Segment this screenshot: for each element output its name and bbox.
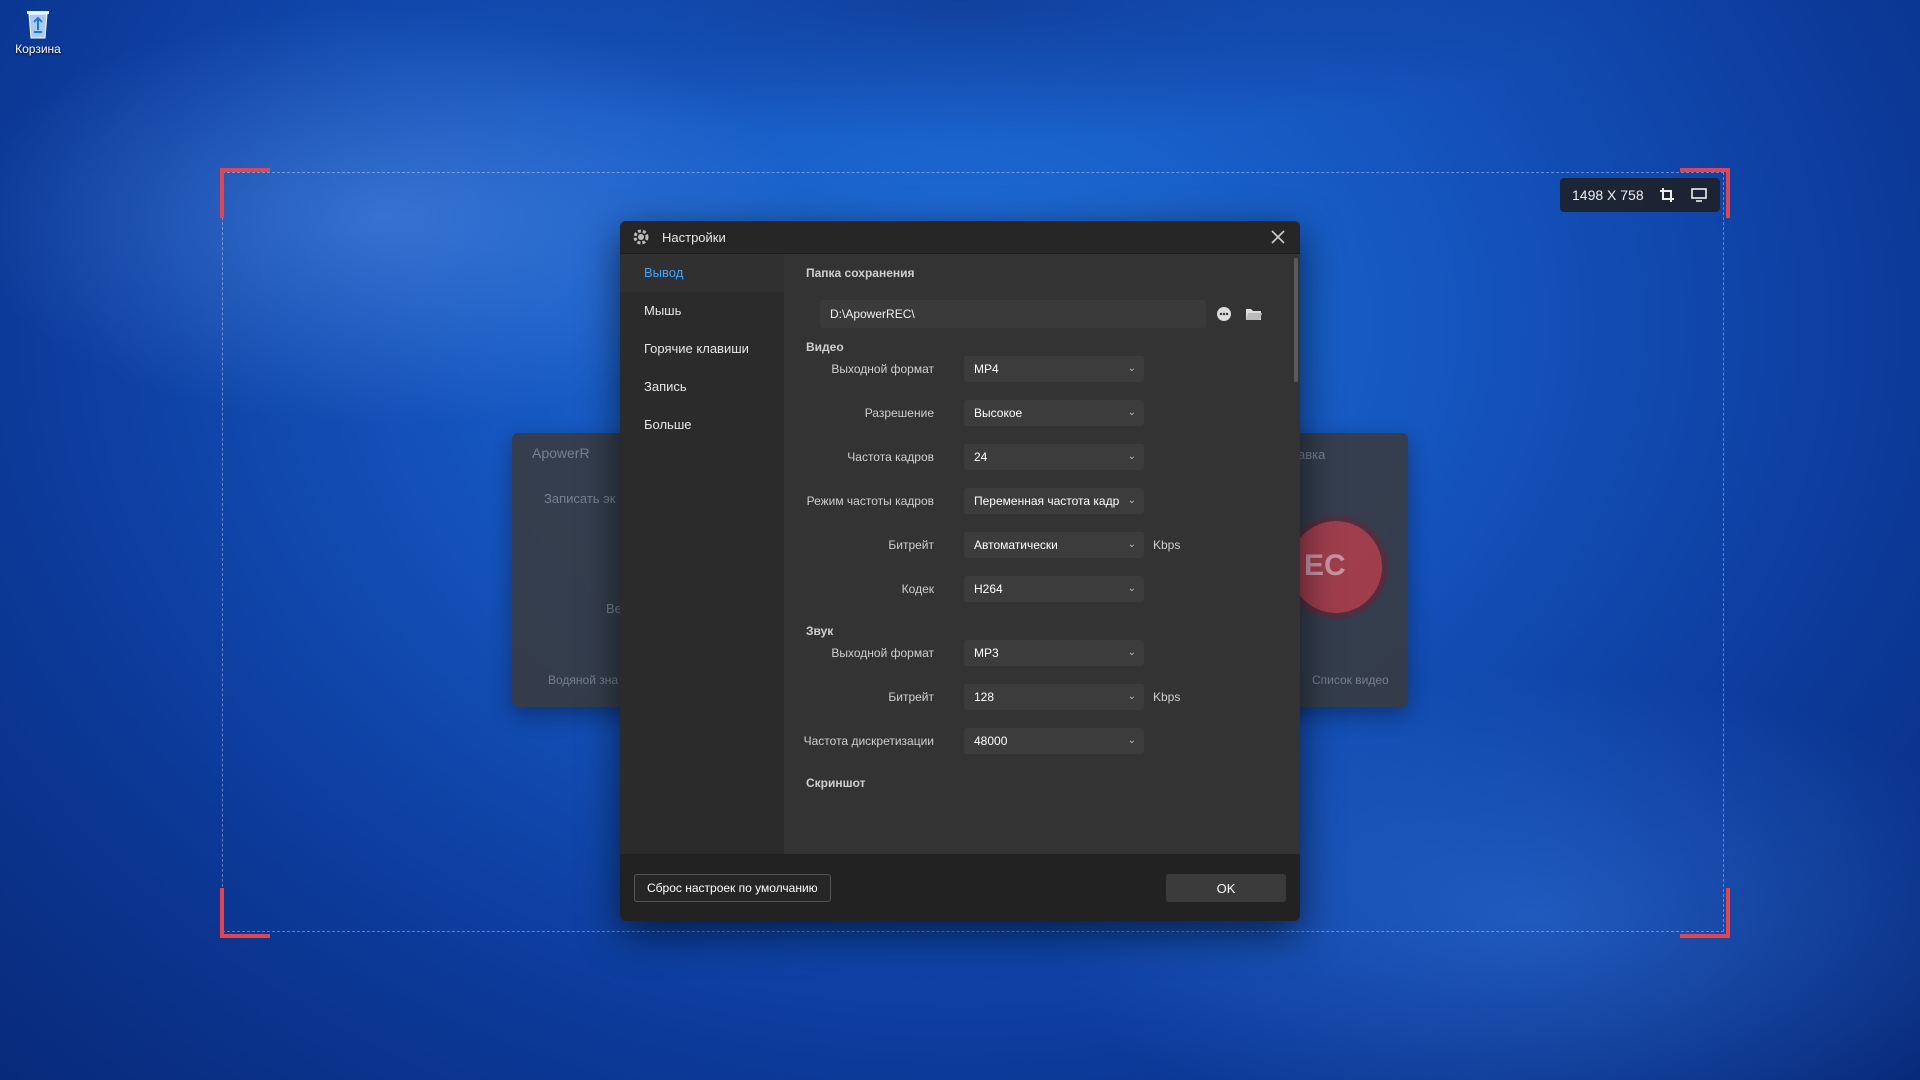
dialog-title: Настройки	[662, 229, 726, 245]
resolution-value: Высокое	[974, 406, 1023, 420]
chevron-down-icon: ⌄	[1127, 691, 1136, 702]
save-folder-heading: Папка сохранения	[806, 266, 915, 280]
audio-bitrate-label: Битрейт	[888, 690, 934, 704]
sidebar-item-record[interactable]: Запись	[620, 368, 784, 406]
capture-corner-bottom-right[interactable]	[1680, 888, 1730, 938]
dialog-titlebar: Настройки	[620, 221, 1300, 254]
video-bitrate-label: Битрейт	[888, 538, 934, 552]
bg-window-right-title: авка	[1298, 447, 1326, 462]
fps-mode-label: Режим частоты кадров	[806, 494, 934, 508]
fps-mode-select[interactable]: Переменная частота кадр ⌄	[964, 488, 1144, 514]
chevron-down-icon: ⌄	[1127, 495, 1136, 506]
audio-format-value: MP3	[974, 646, 999, 660]
video-format-label: Выходной формат	[831, 362, 934, 376]
audio-bitrate-unit: Kbps	[1153, 690, 1181, 704]
chevron-down-icon: ⌄	[1127, 407, 1136, 418]
chevron-down-icon: ⌄	[1127, 583, 1136, 594]
capture-corner-bottom-left[interactable]	[220, 888, 270, 938]
fps-select[interactable]: 24 ⌄	[964, 444, 1144, 470]
save-folder-path[interactable]: D:\ApowerREC\	[820, 300, 1206, 328]
capture-size-badge: 1498 X 758	[1560, 178, 1720, 212]
sidebar-item-more[interactable]: Больше	[620, 406, 784, 444]
bg-window-watermark-label: Водяной зна	[548, 673, 619, 687]
gear-icon	[632, 228, 650, 246]
recycle-bin-icon	[23, 6, 53, 40]
bg-window-list-label: Список видео	[1312, 673, 1389, 687]
resolution-label: Разрешение	[864, 406, 934, 420]
sample-rate-select[interactable]: 48000 ⌄	[964, 728, 1144, 754]
dialog-footer: Сброс настроек по умолчанию OK	[620, 854, 1300, 921]
audio-heading: Звук	[806, 624, 834, 638]
capture-size-text: 1498 X 758	[1572, 187, 1644, 203]
settings-sidebar: Вывод Мышь Горячие клавиши Запись Больше	[620, 254, 784, 854]
chevron-down-icon: ⌄	[1127, 539, 1136, 550]
video-format-value: MP4	[974, 362, 999, 376]
close-icon[interactable]	[1268, 227, 1288, 247]
more-options-icon[interactable]	[1214, 304, 1234, 324]
reset-defaults-button[interactable]: Сброс настроек по умолчанию	[634, 874, 831, 902]
audio-format-select[interactable]: MP3 ⌄	[964, 640, 1144, 666]
sample-rate-value: 48000	[974, 734, 1008, 748]
crop-icon[interactable]	[1658, 186, 1676, 204]
chevron-down-icon: ⌄	[1127, 647, 1136, 658]
settings-content: Папка сохранения D:\ApowerREC\ Видео Вых…	[784, 254, 1300, 854]
bg-window-title: ApowerR	[532, 445, 590, 461]
video-format-select[interactable]: MP4 ⌄	[964, 356, 1144, 382]
audio-bitrate-select[interactable]: 128 ⌄	[964, 684, 1144, 710]
fps-label: Частота кадров	[847, 450, 934, 464]
video-bitrate-unit: Kbps	[1153, 538, 1181, 552]
audio-format-label: Выходной формат	[831, 646, 934, 660]
codec-label: Кодек	[901, 582, 934, 596]
video-heading: Видео	[806, 340, 844, 354]
sidebar-item-hotkeys[interactable]: Горячие клавиши	[620, 330, 784, 368]
content-scrollbar[interactable]	[1294, 258, 1298, 382]
chevron-down-icon: ⌄	[1127, 735, 1136, 746]
rec-text: EC	[1304, 549, 1346, 582]
chevron-down-icon: ⌄	[1127, 363, 1136, 374]
monitor-icon[interactable]	[1690, 186, 1708, 204]
sidebar-item-mouse[interactable]: Мышь	[620, 292, 784, 330]
codec-value: H264	[974, 582, 1003, 596]
capture-corner-top-left[interactable]	[220, 168, 270, 218]
screenshot-heading: Скриншот	[806, 776, 866, 790]
bg-window-subtitle: Записать эк	[544, 491, 616, 506]
resolution-select[interactable]: Высокое ⌄	[964, 400, 1144, 426]
rec-button: EC	[1290, 521, 1382, 613]
folder-icon[interactable]	[1244, 304, 1264, 324]
audio-bitrate-value: 128	[974, 690, 995, 704]
video-bitrate-value: Автоматически	[974, 538, 1058, 552]
chevron-down-icon: ⌄	[1127, 451, 1136, 462]
sample-rate-label: Частота дискретизации	[803, 734, 934, 748]
sidebar-item-output[interactable]: Вывод	[620, 254, 784, 292]
recycle-bin-shortcut[interactable]: Корзина	[8, 6, 68, 56]
fps-value: 24	[974, 450, 988, 464]
fps-mode-value: Переменная частота кадр	[974, 494, 1120, 508]
ok-button[interactable]: OK	[1166, 874, 1286, 902]
codec-select[interactable]: H264 ⌄	[964, 576, 1144, 602]
video-bitrate-select[interactable]: Автоматически ⌄	[964, 532, 1144, 558]
recycle-bin-label: Корзина	[15, 42, 61, 56]
settings-dialog: Настройки Вывод Мышь Горячие клавиши Зап…	[620, 221, 1300, 921]
